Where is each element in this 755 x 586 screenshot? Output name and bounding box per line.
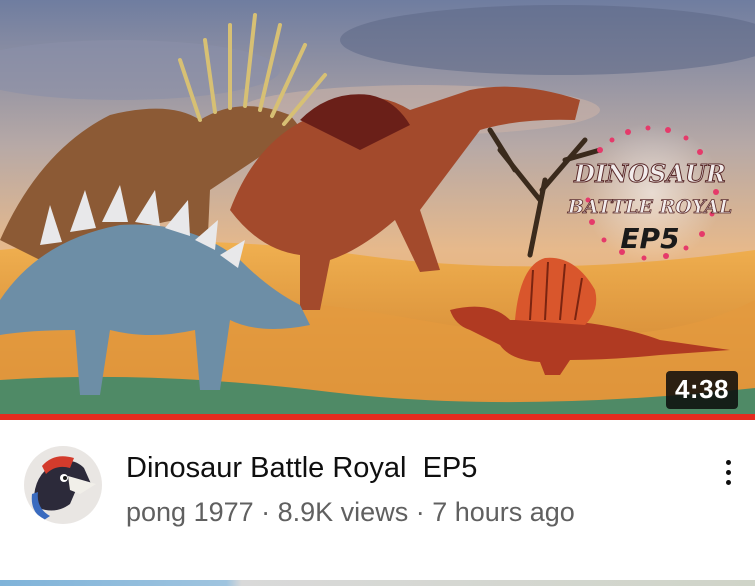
- channel-avatar[interactable]: [24, 446, 102, 524]
- video-details: Dinosaur Battle Royal EP5 pong 1977 · 8.…: [0, 420, 755, 580]
- logo-line-3: EP5: [620, 222, 679, 255]
- duration-badge: 4:38: [665, 371, 738, 409]
- menu-dot: [725, 469, 731, 475]
- video-title[interactable]: Dinosaur Battle Royal EP5: [126, 452, 477, 485]
- logo-line-2: BATTLE ROYAL: [567, 196, 733, 218]
- vertical-ellipsis-icon[interactable]: [713, 452, 743, 492]
- next-video-thumbnail-edge: [0, 580, 755, 586]
- menu-dot: [725, 479, 731, 485]
- video-metadata: pong 1977 · 8.9K views · 7 hours ago: [126, 497, 575, 528]
- logo-line-1: DINOSAUR: [573, 159, 726, 188]
- separator: ·: [408, 497, 433, 527]
- separator: ·: [253, 497, 278, 527]
- view-count: 8.9K views: [277, 497, 409, 527]
- channel-name[interactable]: pong 1977: [126, 497, 254, 527]
- thumbnail-artwork: DINOSAUR BATTLE ROYAL EP5: [0, 0, 755, 418]
- upload-age: 7 hours ago: [432, 497, 575, 527]
- video-thumbnail[interactable]: DINOSAUR BATTLE ROYAL EP5 4:38: [0, 0, 755, 418]
- menu-dot: [725, 459, 731, 465]
